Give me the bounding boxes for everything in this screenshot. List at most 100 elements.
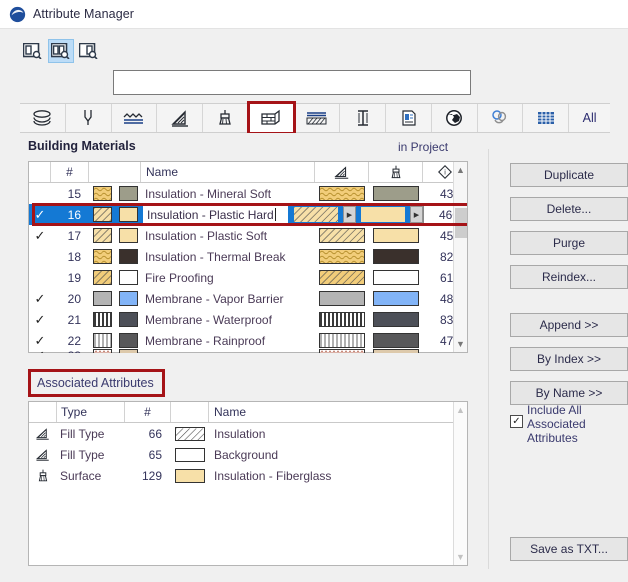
scroll-down-arrow[interactable]: ▼ xyxy=(456,336,465,352)
surface-popup-button[interactable]: ▶ xyxy=(410,206,423,223)
svg-text:i: i xyxy=(444,169,446,177)
hatch-triangle-icon xyxy=(170,110,188,127)
assoc-scroll-down-arrow[interactable]: ▼ xyxy=(456,549,465,565)
by-index-button[interactable]: By Index >> xyxy=(510,347,628,371)
view-left-pane-icon[interactable] xyxy=(20,39,46,63)
scroll-thumb[interactable] xyxy=(455,208,467,238)
row-number: 16 xyxy=(67,207,81,222)
row-surface-swatch[interactable] xyxy=(356,206,410,223)
assoc-col-swatch xyxy=(171,402,209,422)
brush-icon xyxy=(219,110,232,125)
table-row[interactable]: ✓ 20 Membrane - Vapor Barrier 480 xyxy=(29,288,467,309)
row-surface-swatch xyxy=(369,348,423,353)
wave-lines-icon xyxy=(123,113,143,124)
view-split-pane-icon[interactable] xyxy=(48,39,74,63)
tab-layers[interactable] xyxy=(20,104,66,132)
scroll-up-arrow[interactable]: ▲ xyxy=(456,162,465,178)
row-checkmark[interactable]: ✓ xyxy=(29,291,51,307)
surface-icon xyxy=(391,165,400,178)
assoc-name: Background xyxy=(214,447,279,462)
building-materials-table[interactable]: # Name i 15 Insulation - Mineral Soft 43… xyxy=(28,161,468,353)
row-mini-surface xyxy=(115,312,141,327)
table-row[interactable]: 15 Insulation - Mineral Soft 430 xyxy=(29,183,467,204)
assoc-table-body[interactable]: Fill Type 66 Insulation Fill Type 65 Backg… xyxy=(29,423,467,486)
table-row[interactable]: ✓23 xyxy=(29,348,467,353)
delete-button[interactable]: Delete... xyxy=(510,197,628,221)
row-number: 23 xyxy=(51,349,89,353)
row-surface-swatch xyxy=(369,312,423,327)
table-body[interactable]: 15 Insulation - Mineral Soft 430 ✓ 16 Insu… xyxy=(29,183,467,353)
fill-type-icon xyxy=(29,426,57,441)
row-checkmark[interactable]: ✓ xyxy=(29,333,51,349)
tab-composites[interactable] xyxy=(157,104,204,132)
tab-cities[interactable] xyxy=(432,104,478,132)
row-surface-swatch xyxy=(369,186,423,201)
tab-profiles[interactable] xyxy=(340,104,387,132)
row-name: Insulation - Mineral Soft xyxy=(145,186,272,201)
associated-attributes-title: Associated Attributes xyxy=(37,376,154,390)
zone-document-icon xyxy=(401,110,416,126)
save-as-txt-button[interactable]: Save as TXT... xyxy=(510,537,628,561)
tab-all[interactable]: All xyxy=(569,104,610,132)
actions-panel: Duplicate Delete... Purge Reindex... App… xyxy=(488,133,628,573)
assoc-type: Fill Type xyxy=(60,426,105,441)
assoc-name: Insulation xyxy=(214,426,266,441)
tab-mep-systems[interactable] xyxy=(478,104,524,132)
list-item[interactable]: Fill Type 65 Background xyxy=(29,444,467,465)
row-checkmark[interactable]: ✓ xyxy=(29,207,51,223)
row-mini-fill xyxy=(89,291,115,306)
row-mini-surface xyxy=(115,186,141,201)
append-button[interactable]: Append >> xyxy=(510,313,628,337)
reindex-button[interactable]: Reindex... xyxy=(510,265,628,289)
purge-button[interactable]: Purge xyxy=(510,231,628,255)
include-all-associated-row[interactable]: ✓ Include All Associated Attributes xyxy=(510,403,628,445)
tab-composite-structures[interactable] xyxy=(295,104,341,132)
row-number: 21 xyxy=(67,312,81,327)
table-row[interactable]: ✓ 17 Insulation - Plastic Soft 450 xyxy=(29,225,467,246)
mep-shapes-icon xyxy=(492,110,507,124)
duplicate-button[interactable]: Duplicate xyxy=(510,163,628,187)
tab-building-materials[interactable] xyxy=(246,101,296,135)
assoc-scrollbar[interactable]: ▲ ▼ xyxy=(453,402,467,565)
table-row[interactable]: 19 Fire Proofing 610 xyxy=(29,267,467,288)
by-name-button[interactable]: By Name >> xyxy=(510,381,628,405)
tab-fill-types[interactable] xyxy=(112,104,158,132)
row-checkmark[interactable]: ✓ xyxy=(29,348,51,353)
row-number: 19 xyxy=(67,270,81,285)
row-name: Fire Proofing xyxy=(145,270,214,285)
fill-type-icon xyxy=(29,447,57,462)
include-all-checkbox[interactable]: ✓ xyxy=(510,415,523,428)
table-row[interactable]: ✓ 16 Insulation - Plastic Hard ▶ ▶ 460 xyxy=(29,204,467,225)
row-surface-swatch xyxy=(369,270,423,285)
fill-type-icon xyxy=(333,166,348,179)
assoc-scroll-up-arrow[interactable]: ▲ xyxy=(456,402,465,418)
row-checkmark[interactable]: ✓ xyxy=(29,228,51,244)
tab-line-types[interactable] xyxy=(66,104,112,132)
row-fill-swatch xyxy=(315,291,369,306)
tab-operation-profiles[interactable] xyxy=(523,104,570,132)
row-fill-swatch xyxy=(315,312,369,327)
attribute-manager-window: Attribute Manager All Building Materials… xyxy=(0,0,628,582)
tab-all-label: All xyxy=(582,111,597,125)
view-right-pane-icon[interactable] xyxy=(76,39,102,63)
col-check xyxy=(29,162,51,182)
list-item[interactable]: Fill Type 66 Insulation xyxy=(29,423,467,444)
search-input[interactable] xyxy=(113,70,471,95)
tab-zone-categories[interactable] xyxy=(386,104,432,132)
tab-surfaces[interactable] xyxy=(203,104,249,132)
row-surface-swatch xyxy=(369,228,423,243)
window-title: Attribute Manager xyxy=(33,7,135,21)
archicad-logo-icon xyxy=(9,6,26,22)
associated-attributes-table[interactable]: Type # Name Fill Type 66 Insulation Fill … xyxy=(28,401,468,566)
materials-scrollbar[interactable]: ▲ ▼ xyxy=(453,162,467,352)
table-row[interactable]: 18 Insulation - Thermal Break 820 xyxy=(29,246,467,267)
table-row[interactable]: ✓ 21 Membrane - Waterproof 830 xyxy=(29,309,467,330)
row-fill-swatch[interactable] xyxy=(289,206,343,223)
list-item[interactable]: Surface 129 Insulation - Fiberglass xyxy=(29,465,467,486)
fill-popup-button[interactable]: ▶ xyxy=(343,206,356,223)
row-checkmark[interactable]: ✓ xyxy=(29,312,51,328)
row-surface-swatch xyxy=(369,249,423,264)
title-bar: Attribute Manager xyxy=(0,0,628,28)
layers-icon xyxy=(33,110,52,126)
name-edit-field[interactable]: Insulation - Plastic Hard xyxy=(142,205,289,224)
